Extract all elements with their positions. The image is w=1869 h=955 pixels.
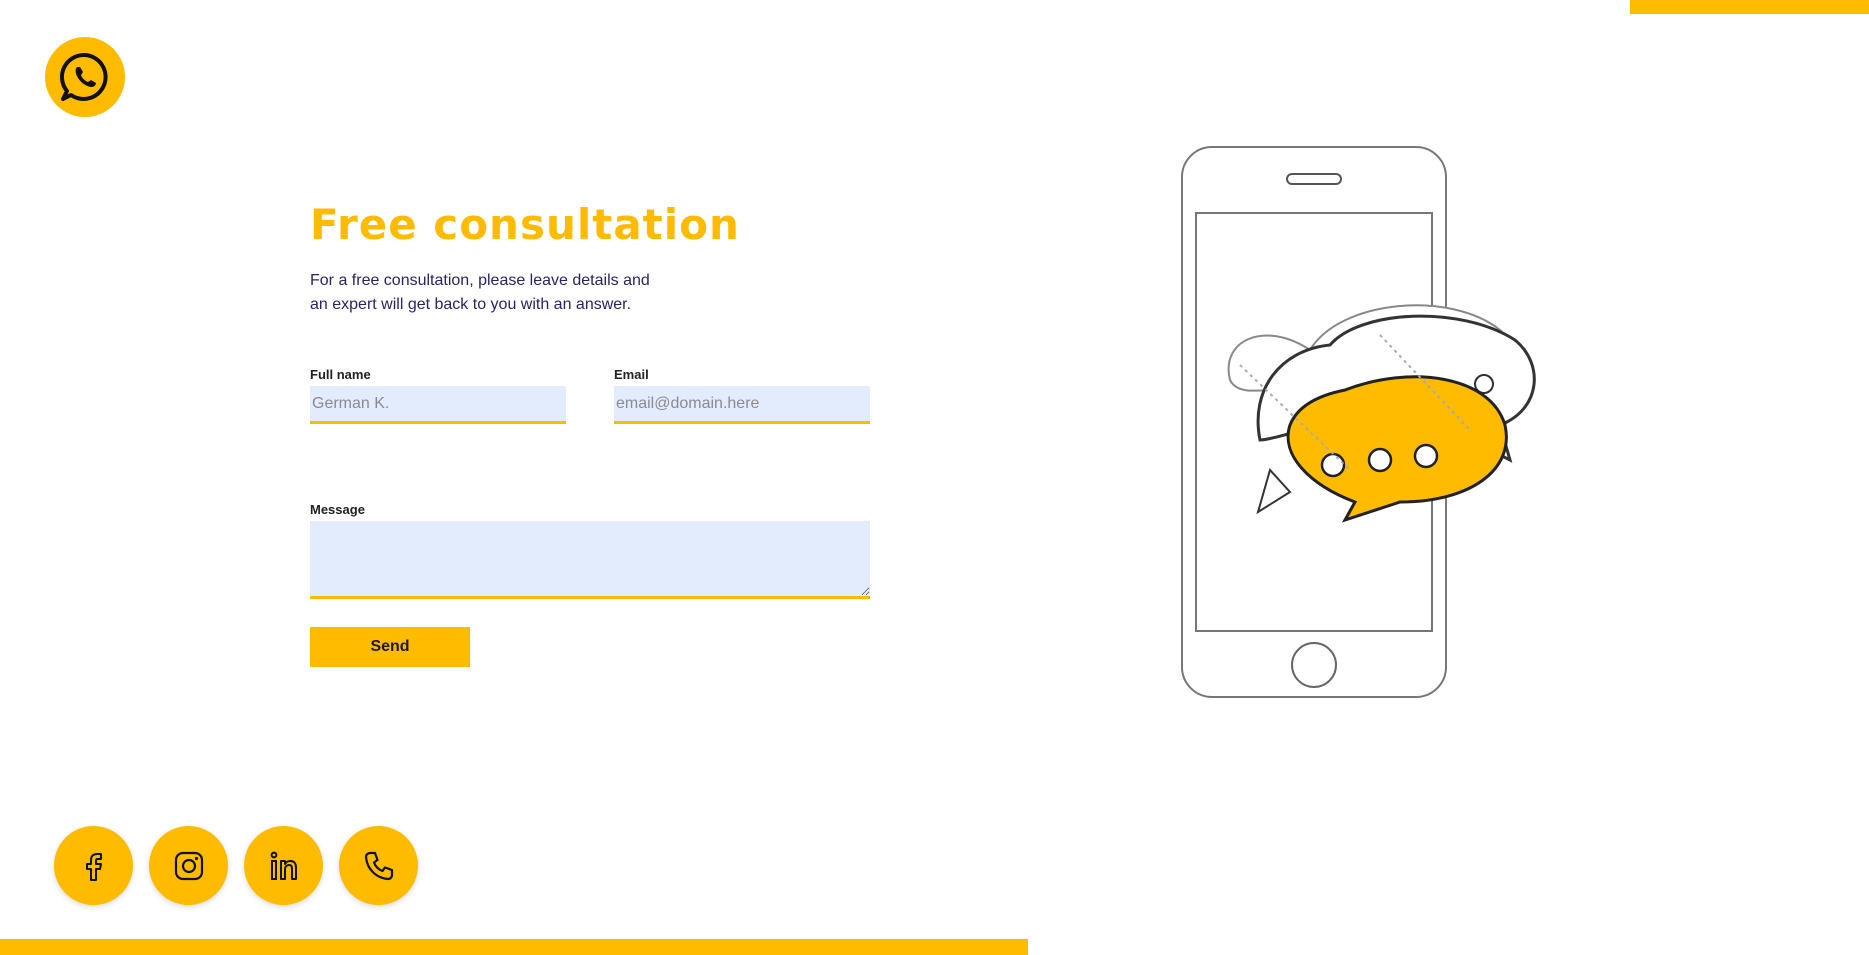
send-button[interactable]: Send (310, 627, 470, 667)
phone-button[interactable] (339, 826, 418, 905)
fullname-field-group: Full name (310, 367, 566, 424)
linkedin-icon (270, 851, 297, 880)
phone-chat-bubbles-illustration (1181, 146, 1536, 698)
facebook-button[interactable] (54, 826, 133, 905)
email-field-group: Email (614, 367, 870, 424)
phone-icon (364, 851, 393, 880)
bottom-accent-bar (0, 939, 1028, 955)
email-input[interactable] (614, 386, 870, 424)
instagram-icon (174, 851, 203, 880)
social-links (54, 826, 418, 905)
fullname-label: Full name (310, 367, 371, 382)
page-title: Free consultation (310, 200, 740, 249)
email-label: Email (614, 367, 649, 382)
message-field-group: Message (310, 502, 870, 599)
instagram-button[interactable] (149, 826, 228, 905)
whatsapp-logo[interactable] (45, 37, 125, 117)
phone-chat-illustration (1170, 140, 1550, 710)
whatsapp-icon (59, 52, 108, 101)
name-email-row: Full name Email (310, 367, 870, 424)
top-accent-bar (1630, 0, 1869, 14)
message-label: Message (310, 502, 365, 517)
consultation-form: Free consultation For a free consultatio… (310, 200, 870, 667)
linkedin-button[interactable] (244, 826, 323, 905)
message-textarea[interactable] (310, 521, 870, 599)
fullname-input[interactable] (310, 386, 566, 424)
intro-text: For a free consultation, please leave de… (310, 272, 650, 313)
facebook-icon (85, 852, 102, 881)
